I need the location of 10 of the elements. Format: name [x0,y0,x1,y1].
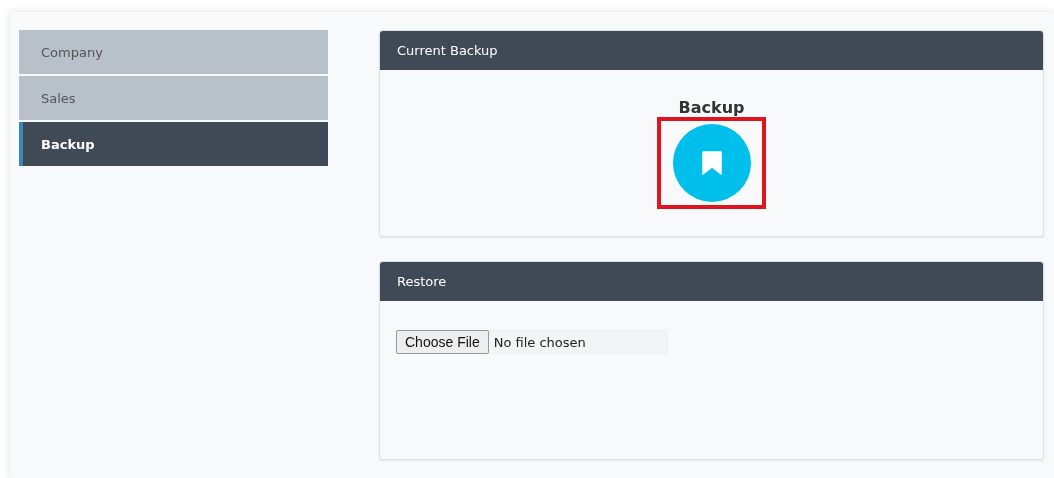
choose-file-button[interactable]: Choose File [396,329,489,354]
sidebar-item[interactable]: Company [19,30,328,74]
sidebar-item[interactable]: Backup [19,122,328,166]
sidebar-item[interactable]: Sales [19,76,328,120]
file-input[interactable]: Choose File No file chosen [396,330,668,354]
bookmark-icon [701,151,722,175]
panel-title: Restore [380,262,1043,301]
file-status: No file chosen [492,334,586,350]
backup-label: Backup [678,98,745,117]
panel-title: Current Backup [380,31,1043,70]
